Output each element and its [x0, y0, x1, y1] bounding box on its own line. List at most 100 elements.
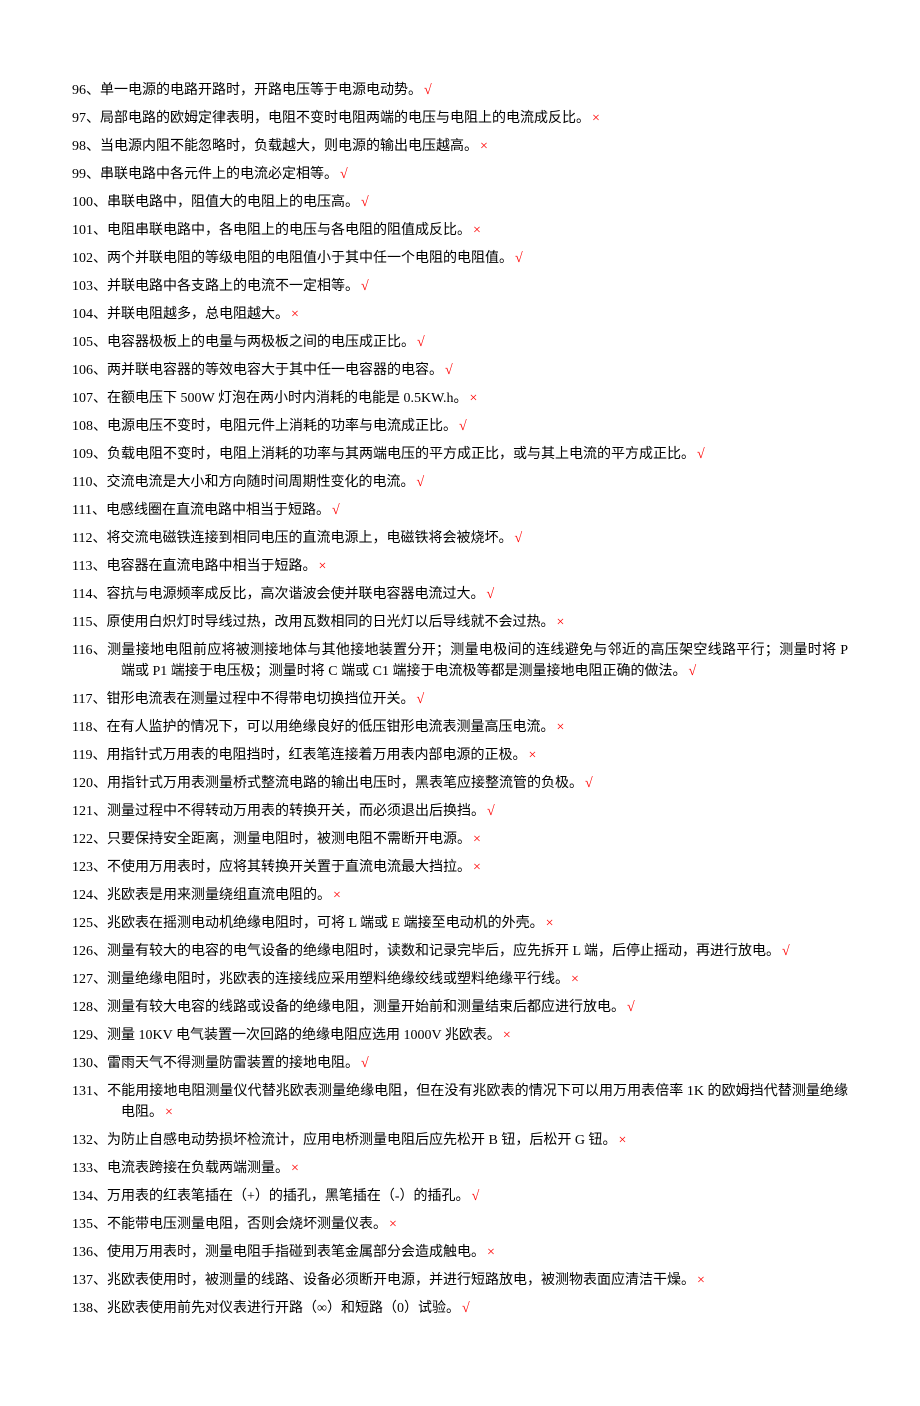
question-text: 负载电阻不变时，电阻上消耗的功率与其两端电压的平方成正比，或与其上电流的平方成正… [107, 447, 695, 462]
question-number: 136、 [72, 1245, 107, 1260]
question-number: 114、 [72, 587, 106, 602]
question-number: 135、 [72, 1217, 107, 1232]
question-number: 97、 [72, 111, 100, 126]
question-text: 交流电流是大小和方向随时间周期性变化的电流。 [106, 475, 414, 490]
cross-mark-icon: × [487, 1245, 495, 1260]
question-item: 136、使用万用表时，测量电阻手指碰到表笔金属部分会造成触电。× [72, 1242, 848, 1263]
question-text: 在额电压下 500W 灯泡在两小时内消耗的电能是 0.5KW.h。 [107, 391, 468, 406]
question-item: 119、用指针式万用表的电阻挡时，红表笔连接着万用表内部电源的正极。× [72, 745, 848, 766]
cross-mark-icon: × [503, 1028, 511, 1043]
check-mark-icon: √ [585, 776, 593, 791]
question-text: 电容器极板上的电量与两极板之间的电压成正比。 [107, 335, 415, 350]
question-text: 用指针式万用表的电阻挡时，红表笔连接着万用表内部电源的正极。 [106, 748, 526, 763]
question-text: 兆欧表是用来测量绕组直流电阻的。 [107, 888, 331, 903]
question-text: 不使用万用表时，应将其转换开关置于直流电流最大挡拉。 [107, 860, 471, 875]
check-mark-icon: √ [445, 363, 453, 378]
question-item: 103、并联电路中各支路上的电流不一定相等。√ [72, 276, 848, 297]
check-mark-icon: √ [340, 167, 348, 182]
check-mark-icon: √ [627, 1000, 635, 1015]
question-item: 122、只要保持安全距离，测量电阻时，被测电阻不需断开电源。× [72, 829, 848, 850]
question-text: 电阻串联电路中，各电阻上的电压与各电阻的阻值成反比。 [107, 223, 471, 238]
cross-mark-icon: × [473, 832, 481, 847]
question-item: 133、电流表跨接在负载两端测量。× [72, 1158, 848, 1179]
check-mark-icon: √ [416, 692, 424, 707]
question-item: 105、电容器极板上的电量与两极板之间的电压成正比。√ [72, 332, 848, 353]
question-text: 测量过程中不得转动万用表的转换开关，而必须退出后换挡。 [107, 804, 485, 819]
question-text: 测量绝缘电阻时，兆欧表的连接线应采用塑料绝缘绞线或塑料绝缘平行线。 [107, 972, 569, 987]
question-text: 局部电路的欧姆定律表明，电阻不变时电阻两端的电压与电阻上的电流成反比。 [100, 111, 590, 126]
cross-mark-icon: × [592, 111, 600, 126]
question-text: 不能带电压测量电阻，否则会烧坏测量仪表。 [107, 1217, 387, 1232]
question-text: 容抗与电源频率成反比，高次谐波会使并联电容器电流过大。 [106, 587, 484, 602]
question-item: 130、雷雨天气不得测量防雷装置的接地电阻。√ [72, 1053, 848, 1074]
question-number: 121、 [72, 804, 107, 819]
question-item: 126、测量有较大的电容的电气设备的绝缘电阻时，读数和记录完毕后，应先拆开 L … [72, 941, 848, 962]
question-text: 兆欧表使用时，被测量的线路、设备必须断开电源，并进行短路放电，被测物表面应清洁干… [107, 1273, 695, 1288]
check-mark-icon: √ [332, 503, 340, 518]
cross-mark-icon: × [470, 391, 478, 406]
question-text: 两并联电容器的等效电容大于其中任一电容器的电容。 [107, 363, 443, 378]
question-number: 100、 [72, 195, 107, 210]
question-text: 不能用接地电阻测量仪代替兆欧表测量绝缘电阻，但在没有兆欧表的情况下可以用万用表倍… [107, 1084, 848, 1120]
question-item: 114、容抗与电源频率成反比，高次谐波会使并联电容器电流过大。√ [72, 584, 848, 605]
question-number: 102、 [72, 251, 107, 266]
question-item: 120、用指针式万用表测量桥式整流电路的输出电压时，黑表笔应接整流管的负极。√ [72, 773, 848, 794]
question-text: 万用表的红表笔插在（+）的插孔，黑笔插在（-）的插孔。 [107, 1189, 470, 1204]
question-number: 124、 [72, 888, 107, 903]
question-text: 在有人监护的情况下，可以用绝缘良好的低压钳形电流表测量高压电流。 [106, 720, 554, 735]
question-item: 134、万用表的红表笔插在（+）的插孔，黑笔插在（-）的插孔。√ [72, 1186, 848, 1207]
question-number: 115、 [72, 615, 106, 630]
question-item: 127、测量绝缘电阻时，兆欧表的连接线应采用塑料绝缘绞线或塑料绝缘平行线。× [72, 969, 848, 990]
question-text: 使用万用表时，测量电阻手指碰到表笔金属部分会造成触电。 [107, 1245, 485, 1260]
cross-mark-icon: × [473, 223, 481, 238]
question-item: 115、原使用白炽灯时导线过热，改用瓦数相同的日光灯以后导线就不会过热。× [72, 612, 848, 633]
question-number: 125、 [72, 916, 107, 931]
question-number: 98、 [72, 139, 100, 154]
question-item: 107、在额电压下 500W 灯泡在两小时内消耗的电能是 0.5KW.h。× [72, 388, 848, 409]
question-text: 测量接地电阻前应将被测接地体与其他接地装置分开；测量电极间的连线避免与邻近的高压… [107, 643, 848, 679]
question-text: 钳形电流表在测量过程中不得带电切换挡位开关。 [106, 692, 414, 707]
question-number: 111、 [72, 503, 106, 518]
question-text: 兆欧表使用前先对仪表进行开路（∞）和短路（0）试验。 [107, 1301, 460, 1316]
check-mark-icon: √ [486, 587, 494, 602]
question-number: 119、 [72, 748, 106, 763]
question-item: 124、兆欧表是用来测量绕组直流电阻的。× [72, 885, 848, 906]
check-mark-icon: √ [515, 251, 523, 266]
question-number: 137、 [72, 1273, 107, 1288]
question-number: 120、 [72, 776, 107, 791]
question-item: 135、不能带电压测量电阻，否则会烧坏测量仪表。× [72, 1214, 848, 1235]
check-mark-icon: √ [417, 335, 425, 350]
check-mark-icon: √ [514, 531, 522, 546]
question-number: 104、 [72, 307, 107, 322]
question-text: 兆欧表在摇测电动机绝缘电阻时，可将 L 端或 E 端接至电动机的外壳。 [107, 916, 544, 931]
question-number: 127、 [72, 972, 107, 987]
question-item: 104、并联电阻越多，总电阻越大。× [72, 304, 848, 325]
cross-mark-icon: × [165, 1105, 173, 1120]
check-mark-icon: √ [424, 83, 432, 98]
question-item: 98、当电源内阻不能忽略时，负载越大，则电源的输出电压越高。× [72, 136, 848, 157]
question-item: 113、电容器在直流电路中相当于短路。× [72, 556, 848, 577]
question-item: 116、测量接地电阻前应将被测接地体与其他接地装置分开；测量电极间的连线避免与邻… [72, 640, 848, 682]
question-item: 128、测量有较大电容的线路或设备的绝缘电阻，测量开始前和测量结束后都应进行放电… [72, 997, 848, 1018]
cross-mark-icon: × [318, 559, 326, 574]
question-item: 99、串联电路中各元件上的电流必定相等。√ [72, 164, 848, 185]
question-number: 99、 [72, 167, 100, 182]
question-number: 132、 [72, 1133, 107, 1148]
question-text: 用指针式万用表测量桥式整流电路的输出电压时，黑表笔应接整流管的负极。 [107, 776, 583, 791]
check-mark-icon: √ [416, 475, 424, 490]
question-number: 122、 [72, 832, 107, 847]
question-item: 96、单一电源的电路开路时，开路电压等于电源电动势。√ [72, 80, 848, 101]
question-text: 为防止自感电动势损坏检流计，应用电桥测量电阻后应先松开 B 钮，后松开 G 钮。 [107, 1133, 616, 1148]
question-number: 123、 [72, 860, 107, 875]
question-text: 串联电路中，阻值大的电阻上的电压高。 [107, 195, 359, 210]
cross-mark-icon: × [556, 615, 564, 630]
question-item: 129、测量 10KV 电气装置一次回路的绝缘电阻应选用 1000V 兆欧表。× [72, 1025, 848, 1046]
check-mark-icon: √ [462, 1301, 470, 1316]
check-mark-icon: √ [782, 944, 790, 959]
question-text: 测量有较大的电容的电气设备的绝缘电阻时，读数和记录完毕后，应先拆开 L 端，后停… [107, 944, 780, 959]
cross-mark-icon: × [618, 1133, 626, 1148]
cross-mark-icon: × [528, 748, 536, 763]
question-text: 测量有较大电容的线路或设备的绝缘电阻，测量开始前和测量结束后都应进行放电。 [107, 1000, 625, 1015]
cross-mark-icon: × [389, 1217, 397, 1232]
cross-mark-icon: × [697, 1273, 705, 1288]
